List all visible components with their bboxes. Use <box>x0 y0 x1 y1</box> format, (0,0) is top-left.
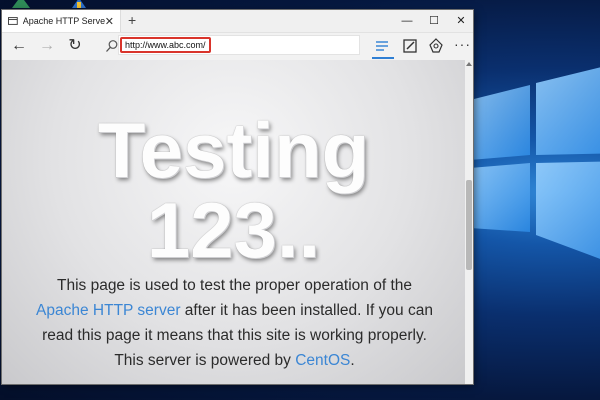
browser-tab-icon <box>8 17 18 25</box>
title-bar: Apache HTTP Server Tes ✕ + — ☐ ✕ <box>2 10 473 33</box>
desktop-shortcut-icon[interactable] <box>10 0 32 8</box>
back-button[interactable]: ← <box>8 36 30 56</box>
active-indicator <box>372 57 394 59</box>
new-tab-button[interactable]: + <box>128 12 136 28</box>
description-text: This page is used to test the proper ope… <box>56 277 412 294</box>
address-bar[interactable] <box>118 35 360 55</box>
windows-logo-icon <box>470 67 600 259</box>
tab-close-icon[interactable]: ✕ <box>105 15 114 28</box>
hub-icon[interactable] <box>373 37 391 55</box>
hero-heading-line1: Testing <box>97 106 370 194</box>
close-window-button[interactable]: ✕ <box>449 10 473 32</box>
desktop-background: Apache HTTP Server Tes ✕ + — ☐ ✕ ← → ↻ <box>0 0 600 400</box>
share-icon[interactable] <box>427 37 445 55</box>
page-description: This page is used to test the proper ope… <box>32 273 437 373</box>
scroll-thumb[interactable] <box>466 180 472 270</box>
web-note-icon[interactable] <box>401 37 419 55</box>
vertical-scrollbar[interactable] <box>465 60 473 384</box>
navigation-toolbar: ← → ↻ ··· <box>2 33 473 61</box>
forward-button[interactable]: → <box>36 36 58 56</box>
address-input[interactable] <box>120 37 211 53</box>
desktop-shortcut-icon[interactable] <box>68 0 90 8</box>
more-menu-button[interactable]: ··· <box>454 36 471 52</box>
maximize-button[interactable]: ☐ <box>422 10 446 32</box>
centos-link[interactable]: CentOS <box>295 352 350 369</box>
description-text: . <box>350 352 355 369</box>
hero-heading-line2: 123.. <box>146 186 321 274</box>
scroll-up-icon[interactable] <box>466 62 472 66</box>
browser-tab[interactable]: Apache HTTP Server Tes ✕ <box>2 10 121 32</box>
search-icon <box>106 40 118 52</box>
minimize-button[interactable]: — <box>395 10 419 32</box>
refresh-button[interactable]: ↻ <box>64 36 86 56</box>
tab-title: Apache HTTP Server Tes <box>22 16 105 26</box>
apache-link[interactable]: Apache HTTP server <box>36 302 180 319</box>
browser-window: Apache HTTP Server Tes ✕ + — ☐ ✕ ← → ↻ <box>2 10 473 384</box>
page-content: Testing 123.. This page is used to test … <box>2 60 465 384</box>
